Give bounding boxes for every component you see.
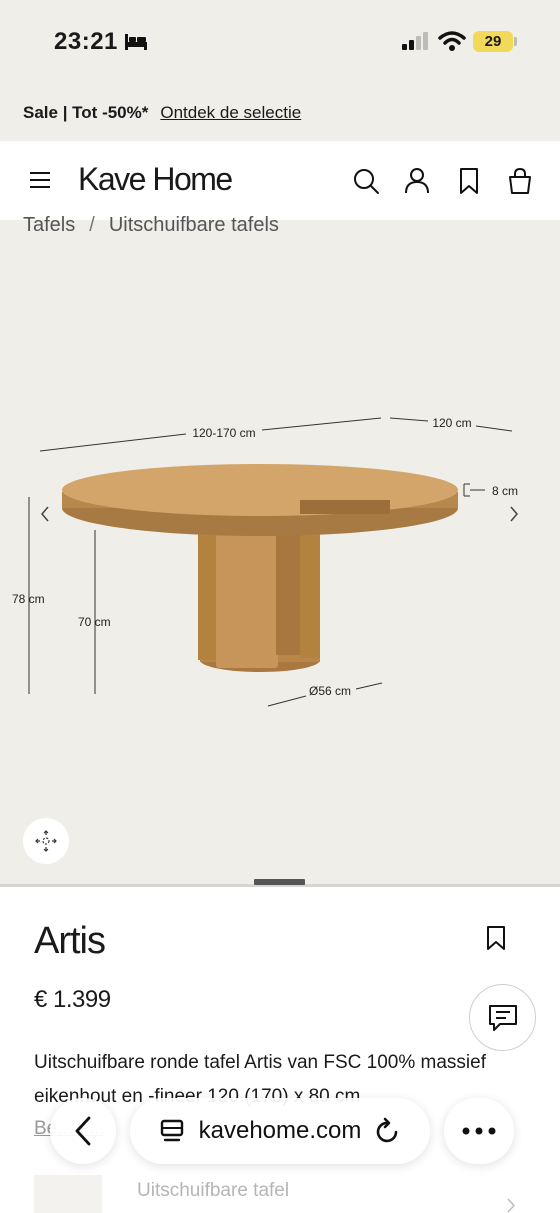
- account-icon[interactable]: [404, 167, 430, 195]
- base-dimension-line-right: [355, 682, 383, 690]
- view-in-3d-button[interactable]: [23, 818, 69, 864]
- breadcrumb: Tafels / Uitschuifbare tafels: [23, 214, 279, 237]
- site-header: Kave Home: [0, 141, 560, 220]
- product-price: € 1.399: [34, 986, 111, 1013]
- cart-icon[interactable]: [507, 167, 533, 195]
- status-time: 23:21: [54, 28, 118, 55]
- search-icon[interactable]: [352, 167, 380, 195]
- depth-dimension-line-right: [475, 425, 513, 432]
- browser-url: kavehome.com: [198, 1117, 362, 1144]
- browser-back-button[interactable]: [50, 1098, 116, 1164]
- cellular-signal-icon: [402, 32, 428, 50]
- chat-icon: [488, 1004, 517, 1031]
- chevron-left-icon: [41, 506, 49, 522]
- more-dots-icon: [462, 1127, 496, 1135]
- sleep-mode-icon: [125, 34, 147, 50]
- page-icon: [160, 1119, 183, 1142]
- table-top: [62, 464, 458, 536]
- variant-label[interactable]: Uitschuifbare tafel: [137, 1180, 289, 1202]
- promo-sale-text: Sale | Tot -50%*: [23, 102, 149, 122]
- 3d-view-icon: [35, 830, 57, 852]
- depth-label: 120 cm: [432, 416, 471, 430]
- wifi-icon: [438, 31, 466, 51]
- base-dimension-line-left: [267, 695, 307, 707]
- leg-height-label: 70 cm: [78, 615, 111, 629]
- gallery-prev-button[interactable]: [25, 498, 65, 530]
- battery-level: 29: [473, 31, 513, 52]
- chevron-right-icon: [510, 506, 518, 522]
- base-diameter-label: Ø56 cm: [309, 684, 351, 698]
- browser-address-bar[interactable]: kavehome.com: [130, 1098, 430, 1164]
- table-pedestal: [198, 518, 320, 672]
- width-label: 120-170 cm: [192, 426, 255, 440]
- reload-icon[interactable]: [375, 1117, 401, 1145]
- promo-link[interactable]: Ontdek de selectie: [160, 103, 301, 123]
- chat-button[interactable]: [469, 984, 536, 1051]
- status-bar: 23:21 29: [0, 0, 560, 84]
- depth-dimension-line-left: [389, 417, 429, 422]
- breadcrumb-tafels[interactable]: Tafels: [23, 214, 75, 237]
- wishlist-icon[interactable]: [458, 167, 480, 195]
- menu-icon[interactable]: [28, 170, 52, 190]
- chevron-right-icon[interactable]: [506, 1198, 516, 1213]
- top-thickness-label: 8 cm: [492, 484, 518, 498]
- sheet-drag-handle[interactable]: [254, 879, 305, 885]
- browser-more-button[interactable]: [444, 1098, 514, 1164]
- arrow-back-icon: [75, 1116, 91, 1146]
- breadcrumb-uitschuifbare-tafels[interactable]: Uitschuifbare tafels: [109, 214, 279, 237]
- product-image-dimensions[interactable]: 120-170 cm 120 cm 8 cm 78 cm 70 cm Ø56 c…: [0, 240, 560, 880]
- breadcrumb-separator: /: [89, 214, 95, 236]
- promo-bar: Sale | Tot -50%* Ontdek de selectie: [0, 84, 560, 141]
- logo[interactable]: Kave Home: [78, 161, 233, 198]
- width-dimension-line-right: [261, 417, 382, 431]
- product-title: Artis: [34, 920, 106, 962]
- width-dimension-line-left: [39, 433, 187, 452]
- total-height-label: 78 cm: [12, 592, 45, 606]
- variant-thumbnail[interactable]: [34, 1175, 102, 1213]
- gallery-next-button[interactable]: [494, 498, 534, 530]
- bookmark-icon[interactable]: [486, 925, 506, 951]
- battery-tip: [514, 37, 517, 46]
